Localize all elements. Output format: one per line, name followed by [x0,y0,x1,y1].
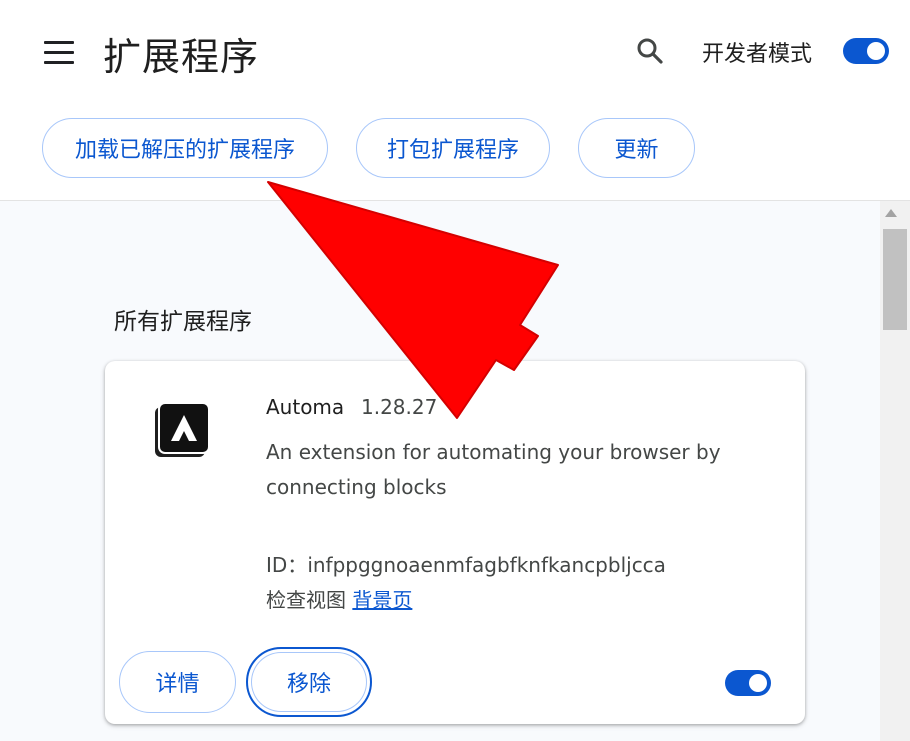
scrollbar-thumb[interactable] [883,229,907,330]
details-button[interactable]: 详情 [119,651,236,713]
update-button[interactable]: 更新 [578,118,695,178]
toggle-knob [867,42,885,60]
developer-mode-toggle[interactable] [843,38,889,64]
extension-id-row: ID：infppggnoaenmfagbfknfkancpbljcca [266,549,666,578]
developer-mode-label: 开发者模式 [702,42,813,67]
extension-name: Automa [266,395,345,419]
scroll-up-arrow-icon[interactable] [885,209,897,217]
load-unpacked-button[interactable]: 加载已解压的扩展程序 [42,118,328,178]
extensions-page: 扩展程序 开发者模式 加载已解压的扩展程序 打包扩展程序 更新 所有扩展程序 A… [0,0,910,741]
extension-card: Automa 1.28.27 An extension for automati… [105,361,805,724]
automa-logo-icon [153,401,213,461]
extension-enable-toggle[interactable] [725,670,771,696]
page-title: 扩展程序 [103,35,260,79]
section-title: 所有扩展程序 [114,309,252,335]
page-header: 扩展程序 开发者模式 加载已解压的扩展程序 打包扩展程序 更新 [0,0,910,201]
search-icon[interactable] [635,36,665,66]
inspect-views-label: 检查视图 [266,588,346,612]
extension-description: An extension for automating your browser… [266,440,721,499]
extension-id-label: ID： [266,553,308,577]
hamburger-menu-icon[interactable] [44,40,76,66]
pack-extension-button[interactable]: 打包扩展程序 [356,118,550,178]
inspect-views-row: 检查视图 背景页 [266,584,412,613]
toggle-knob [749,674,767,692]
extension-id-value: infppggnoaenmfagbfknfkancpbljcca [307,553,666,577]
background-page-link[interactable]: 背景页 [352,588,412,612]
remove-button[interactable]: 移除 [246,647,372,717]
extension-version: 1.28.27 [361,395,438,419]
